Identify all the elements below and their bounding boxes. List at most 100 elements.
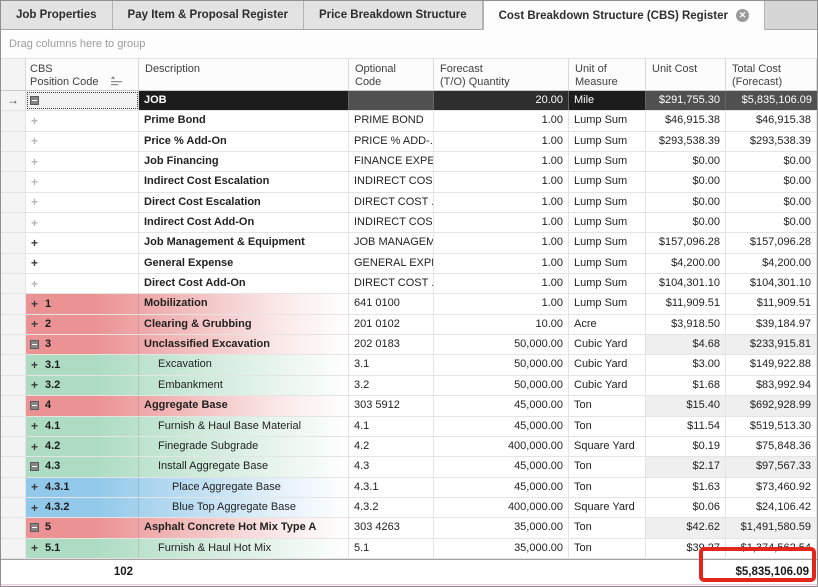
- expand-icon[interactable]: +: [30, 299, 39, 309]
- cell-description[interactable]: Price % Add-On: [139, 132, 349, 151]
- cell-unit-cost[interactable]: $11,909.51: [646, 294, 726, 313]
- table-row[interactable]: +Price % Add-OnPRICE % ADD-...1.00Lump S…: [1, 132, 817, 152]
- cell-forecast-quantity[interactable]: 45,000.00: [434, 478, 569, 497]
- cell-optional-code[interactable]: 4.3.1: [349, 478, 434, 497]
- tab-2[interactable]: Pay Item & Proposal Register: [113, 1, 304, 29]
- collapse-icon[interactable]: [30, 462, 39, 471]
- collapse-icon[interactable]: [30, 523, 39, 532]
- cell-forecast-quantity[interactable]: 1.00: [434, 172, 569, 191]
- cell-cbs-position-code[interactable]: +4.3.1: [26, 478, 139, 497]
- cell-unit-of-measure[interactable]: Ton: [569, 417, 646, 436]
- expand-icon[interactable]: +: [30, 258, 39, 268]
- cell-unit-cost[interactable]: $0.06: [646, 498, 726, 517]
- cell-unit-of-measure[interactable]: Acre: [569, 315, 646, 334]
- cell-unit-cost[interactable]: $0.00: [646, 213, 726, 232]
- cell-description[interactable]: Direct Cost Add-On: [139, 274, 349, 293]
- expand-icon[interactable]: +: [30, 482, 39, 492]
- cell-cbs-position-code[interactable]: +1: [26, 294, 139, 313]
- cell-description[interactable]: Excavation: [139, 355, 349, 374]
- cell-total-cost[interactable]: $519,513.30: [726, 417, 817, 436]
- cell-total-cost[interactable]: $157,096.28: [726, 233, 817, 252]
- table-row[interactable]: +General ExpenseGENERAL EXPE...1.00Lump …: [1, 254, 817, 274]
- expand-icon[interactable]: +: [30, 503, 39, 513]
- tab-close-icon[interactable]: ✕: [736, 9, 749, 22]
- cell-description[interactable]: Blue Top Aggregate Base: [139, 498, 349, 517]
- cell-description[interactable]: Furnish & Haul Base Material: [139, 417, 349, 436]
- cell-unit-cost[interactable]: $4,200.00: [646, 254, 726, 273]
- cell-unit-cost[interactable]: $157,096.28: [646, 233, 726, 252]
- cell-unit-cost[interactable]: $0.00: [646, 172, 726, 191]
- cell-description[interactable]: Install Aggregate Base: [139, 457, 349, 476]
- cell-unit-cost[interactable]: $11.54: [646, 417, 726, 436]
- cell-optional-code[interactable]: INDIRECT COS...: [349, 172, 434, 191]
- cell-unit-of-measure[interactable]: Ton: [569, 457, 646, 476]
- table-row[interactable]: 4Aggregate Base303 591245,000.00Ton$15.4…: [1, 396, 817, 416]
- table-row[interactable]: +Job Management & EquipmentJOB MANAGEM..…: [1, 233, 817, 253]
- cell-unit-of-measure[interactable]: Cubic Yard: [569, 335, 646, 354]
- cell-optional-code[interactable]: DIRECT COST ...: [349, 274, 434, 293]
- cell-cbs-position-code[interactable]: +: [26, 111, 139, 130]
- table-row[interactable]: +1Mobilization641 01001.00Lump Sum$11,90…: [1, 294, 817, 314]
- cell-total-cost[interactable]: $0.00: [726, 152, 817, 171]
- cell-description[interactable]: Job Management & Equipment: [139, 233, 349, 252]
- cell-unit-cost[interactable]: $3,918.50: [646, 315, 726, 334]
- cell-cbs-position-code[interactable]: 5: [26, 518, 139, 537]
- row-indicator-cell[interactable]: →: [1, 91, 26, 110]
- row-indicator-cell[interactable]: [1, 111, 26, 130]
- table-row[interactable]: +3.1Excavation3.150,000.00Cubic Yard$3.0…: [1, 355, 817, 375]
- cell-forecast-quantity[interactable]: 45,000.00: [434, 457, 569, 476]
- cell-total-cost[interactable]: $149,922.88: [726, 355, 817, 374]
- row-indicator-cell[interactable]: [1, 172, 26, 191]
- cell-forecast-quantity[interactable]: 1.00: [434, 274, 569, 293]
- cell-forecast-quantity[interactable]: 10.00: [434, 315, 569, 334]
- cell-optional-code[interactable]: 201 0102: [349, 315, 434, 334]
- tab-4[interactable]: Cost Breakdown Structure (CBS) Register✕: [483, 1, 765, 30]
- cell-description[interactable]: Clearing & Grubbing: [139, 315, 349, 334]
- column-header-desc[interactable]: Description: [139, 59, 349, 90]
- table-row[interactable]: 4.3Install Aggregate Base4.345,000.00Ton…: [1, 457, 817, 477]
- cell-total-cost[interactable]: $4,200.00: [726, 254, 817, 273]
- cell-optional-code[interactable]: INDIRECT COS...: [349, 213, 434, 232]
- cell-optional-code[interactable]: 3.1: [349, 355, 434, 374]
- cell-forecast-quantity[interactable]: 1.00: [434, 193, 569, 212]
- expand-icon[interactable]: +: [30, 543, 39, 553]
- cell-forecast-quantity[interactable]: 45,000.00: [434, 417, 569, 436]
- cell-forecast-quantity[interactable]: 50,000.00: [434, 376, 569, 395]
- table-row[interactable]: +4.2Finegrade Subgrade4.2400,000.00Squar…: [1, 437, 817, 457]
- table-row[interactable]: +3.2Embankment3.250,000.00Cubic Yard$1.6…: [1, 376, 817, 396]
- table-row[interactable]: +Prime BondPRIME BOND1.00Lump Sum$46,915…: [1, 111, 817, 131]
- table-row[interactable]: +4.1Furnish & Haul Base Material4.145,00…: [1, 417, 817, 437]
- cell-description[interactable]: JOB: [139, 91, 349, 110]
- cell-cbs-position-code[interactable]: +: [26, 274, 139, 293]
- cell-forecast-quantity[interactable]: 400,000.00: [434, 498, 569, 517]
- cell-optional-code[interactable]: 641 0100: [349, 294, 434, 313]
- cell-unit-cost[interactable]: $2.17: [646, 457, 726, 476]
- cell-optional-code[interactable]: 3.2: [349, 376, 434, 395]
- cell-forecast-quantity[interactable]: 1.00: [434, 294, 569, 313]
- cell-cbs-position-code[interactable]: +: [26, 152, 139, 171]
- cell-total-cost[interactable]: $233,915.81: [726, 335, 817, 354]
- column-header-qty[interactable]: Forecast(T/O) Quantity: [434, 59, 569, 90]
- cell-optional-code[interactable]: FINANCE EXPE...: [349, 152, 434, 171]
- cell-unit-of-measure[interactable]: Lump Sum: [569, 172, 646, 191]
- table-row[interactable]: +Indirect Cost Add-OnINDIRECT COS...1.00…: [1, 213, 817, 233]
- expand-icon[interactable]: +: [30, 157, 39, 167]
- cell-forecast-quantity[interactable]: 50,000.00: [434, 335, 569, 354]
- row-indicator-cell[interactable]: [1, 274, 26, 293]
- cell-description[interactable]: Prime Bond: [139, 111, 349, 130]
- cell-unit-cost[interactable]: $1.68: [646, 376, 726, 395]
- expand-icon[interactable]: +: [30, 319, 39, 329]
- cell-optional-code[interactable]: 4.2: [349, 437, 434, 456]
- cell-optional-code[interactable]: 4.3.2: [349, 498, 434, 517]
- cell-cbs-position-code[interactable]: +3.2: [26, 376, 139, 395]
- cell-unit-cost[interactable]: $39.27: [646, 539, 726, 558]
- column-header-unit[interactable]: Unit Cost: [646, 59, 726, 90]
- cell-total-cost[interactable]: $104,301.10: [726, 274, 817, 293]
- cell-forecast-quantity[interactable]: 1.00: [434, 254, 569, 273]
- cell-optional-code[interactable]: 5.1: [349, 539, 434, 558]
- expand-icon[interactable]: +: [30, 380, 39, 390]
- cell-cbs-position-code[interactable]: +: [26, 213, 139, 232]
- expand-icon[interactable]: +: [30, 238, 39, 248]
- cell-unit-cost[interactable]: $1.63: [646, 478, 726, 497]
- row-indicator-cell[interactable]: [1, 152, 26, 171]
